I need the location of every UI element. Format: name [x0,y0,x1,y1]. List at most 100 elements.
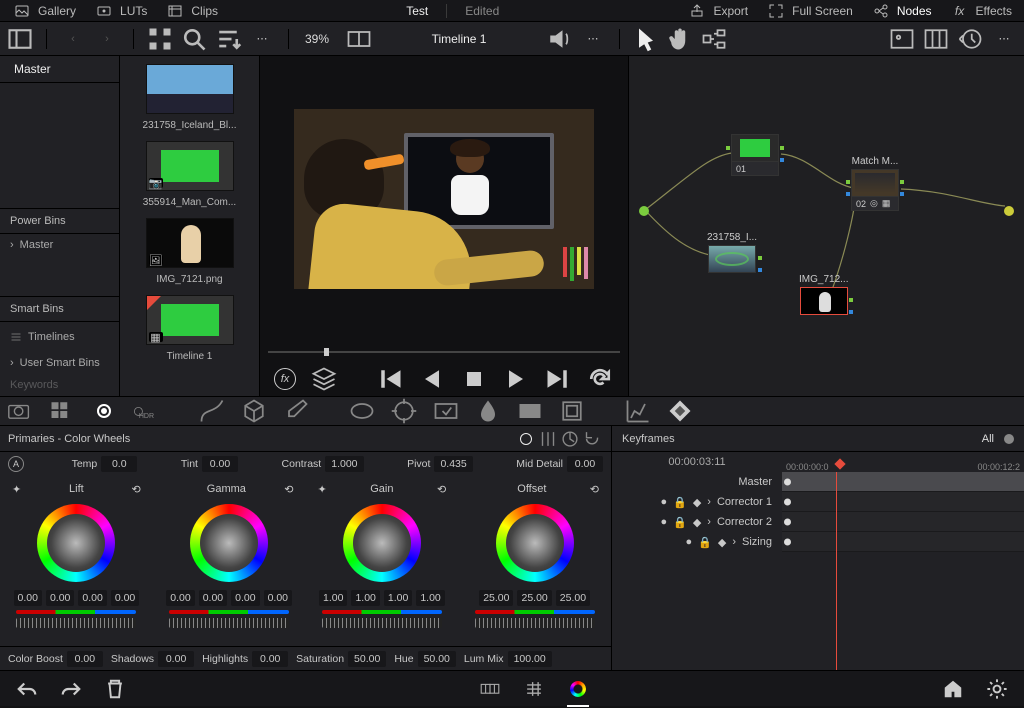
page-color-icon[interactable] [567,678,589,700]
pool-clip-2[interactable]: 📷 [146,141,234,191]
contrast-value[interactable]: 1.000 [325,456,363,472]
node-image[interactable]: IMG_712... [799,274,848,315]
page-edit-icon[interactable] [479,678,501,700]
sidebar-master-tab[interactable]: Master [0,56,119,83]
layers-icon[interactable] [310,367,338,391]
kf-zoom-dot[interactable] [1004,434,1014,444]
keyframe-icon[interactable]: ◆ [693,496,701,509]
keyframe-icon[interactable]: ◆ [718,536,726,549]
top-export[interactable]: Export [687,1,748,21]
settings-icon[interactable] [986,678,1008,700]
node-graph[interactable]: 01 Match M... 02◎▦ 231758_I... IMG_712..… [629,56,1024,396]
loop[interactable] [586,367,614,391]
tool-node-layout[interactable] [700,27,728,51]
top-gallery[interactable]: Gallery [12,1,76,21]
offset-jog[interactable] [475,618,595,628]
power-bins-header[interactable]: Power Bins [0,208,119,234]
redo-icon[interactable] [60,678,82,700]
home-icon[interactable] [942,678,964,700]
tab-hdr[interactable]: HDR [132,399,160,423]
power-bins-master[interactable]: ›Master [0,234,119,256]
viewer-more-icon[interactable]: ⋯ [579,27,607,51]
split-view-icon[interactable] [922,27,950,51]
history-icon[interactable] [956,27,984,51]
tab-curves[interactable] [198,399,226,423]
tab-key[interactable] [516,399,544,423]
mode-wheels[interactable] [515,428,537,450]
top-clips[interactable]: Clips [165,1,218,21]
saturation-value[interactable]: 50.00 [348,651,386,667]
nav-fwd[interactable]: › [93,27,121,51]
tab-window[interactable] [348,399,376,423]
tint-value[interactable]: 0.00 [202,456,238,472]
tab-keyframes[interactable] [666,399,694,423]
gain-reset[interactable]: ⟲ [437,483,446,496]
top-effects[interactable]: fxEffects [950,1,1012,21]
viewer-display[interactable] [294,109,594,289]
top-luts[interactable]: LUTs [94,1,147,21]
graph-output[interactable] [1004,206,1014,216]
kf-row-sizing[interactable]: ●🔒◆›Sizing [612,532,1024,552]
mode-bars[interactable] [537,428,559,450]
nav-back[interactable]: ‹ [59,27,87,51]
view-grid[interactable] [146,27,174,51]
tool-pan[interactable] [666,27,694,51]
pool-clip-3[interactable]: 🖼 [146,218,234,268]
nodes-more-icon[interactable]: ⋯ [990,27,1018,51]
highlights-value[interactable]: 0.00 [252,651,288,667]
stop[interactable] [460,367,488,391]
sort-icon[interactable] [214,27,242,51]
search-icon[interactable] [180,27,208,51]
lummix-value[interactable]: 100.00 [508,651,552,667]
hue-value[interactable]: 50.00 [418,651,456,667]
audio-icon[interactable] [545,27,573,51]
offset-wheel[interactable] [496,504,574,582]
lock-icon[interactable]: 🔒 [698,536,712,549]
shadows-value[interactable]: 0.00 [158,651,194,667]
chevron-right-icon[interactable]: › [732,536,736,548]
tab-scopes[interactable] [624,399,652,423]
timecode[interactable]: 00:00:03:11 [612,456,782,468]
kf-row-corrector2[interactable]: ●🔒◆›Corrector 2 [612,512,1024,532]
play-back[interactable] [418,367,446,391]
playhead[interactable] [834,458,845,469]
tab-tracker[interactable] [390,399,418,423]
mode-log[interactable] [559,428,581,450]
tab-eyedropper[interactable] [282,399,310,423]
gain-pick[interactable]: ✦ [318,483,327,496]
pool-more-icon[interactable]: ⋯ [248,27,276,51]
sidebar-toggle[interactable] [6,27,34,51]
scrub-bar[interactable] [268,351,620,353]
gamma-jog[interactable] [169,618,289,628]
keyframe-icon[interactable]: ◆ [693,516,701,529]
lock-icon[interactable]: 🔒 [673,496,687,509]
middetail-value[interactable]: 0.00 [567,456,603,472]
lift-wheel[interactable] [37,504,115,582]
pool-clip-4[interactable]: ▦ [146,295,234,345]
chevron-right-icon[interactable]: › [707,516,711,528]
node-source[interactable]: 231758_I... [707,232,757,273]
play[interactable] [502,367,530,391]
tab-color-checker[interactable] [48,399,76,423]
colorboost-value[interactable]: 0.00 [67,651,103,667]
graph-input[interactable] [639,206,649,216]
node-02[interactable]: Match M... 02◎▦ [851,156,899,211]
tool-pointer[interactable] [632,27,660,51]
temp-value[interactable]: 0.0 [101,456,137,472]
gamma-wheel[interactable] [190,504,268,582]
undo-icon[interactable] [16,678,38,700]
keyframes-filter-all[interactable]: All [982,433,994,445]
auto-balance[interactable]: A [8,456,24,472]
gain-wheel[interactable] [343,504,421,582]
node-01[interactable]: 01 [731,134,779,176]
lift-pick[interactable]: ✦ [12,483,21,496]
gain-jog[interactable] [322,618,442,628]
kf-row-master[interactable]: Master [612,472,1024,492]
smart-bin-user[interactable]: ›User Smart Bins [0,352,119,374]
still-grab-icon[interactable] [888,27,916,51]
view-mode-icon[interactable] [345,27,373,51]
offset-reset[interactable]: ⟲ [590,483,599,496]
lift-reset[interactable]: ⟲ [132,483,141,496]
smart-bin-timelines[interactable]: Timelines [0,322,119,352]
kf-row-corrector1[interactable]: ●🔒◆›Corrector 1 [612,492,1024,512]
